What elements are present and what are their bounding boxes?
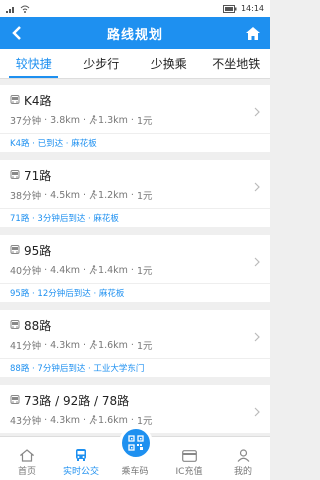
tab-ic-recharge-label: IC充值: [175, 467, 203, 477]
route-name: 71路: [24, 168, 52, 183]
tab-realtime-bus-label: 实时公交: [62, 467, 99, 477]
route-status: 95路 · 12分钟后到达 · 麻花板: [0, 283, 270, 302]
tab-profile[interactable]: 我的: [216, 437, 270, 480]
bus-icon: [10, 395, 20, 404]
status-time: 14:14: [240, 4, 264, 13]
home-icon: [20, 449, 34, 462]
chevron-right-icon: [254, 332, 260, 342]
route-fare: 1元: [136, 116, 153, 127]
route-name: 95路: [24, 243, 52, 258]
walk-icon: [89, 190, 98, 200]
bus-icon: [10, 320, 20, 329]
route-status: 88路 · 7分钟后到达 · 工业大学东门: [0, 358, 270, 377]
card-icon: [181, 450, 197, 462]
route-status: K4路 · 已到达 · 麻花板: [0, 133, 270, 152]
tab-less-walking[interactable]: 少步行: [68, 49, 136, 78]
chevron-right-icon: [254, 182, 260, 192]
walk-icon: [89, 340, 98, 350]
route-distance: 3.8km: [50, 114, 80, 126]
route-duration: 41分钟: [10, 341, 42, 352]
walk-icon: [89, 115, 98, 125]
app-header: 路线规划: [0, 17, 270, 49]
route-distance: 4.3km: [50, 414, 80, 426]
bus-icon: [10, 95, 20, 104]
bus-icon: [10, 170, 20, 179]
route-card[interactable]: 71路 38分钟 · 4.5km · 1.2km · 1元 71路 · 3分钟后到达 …: [0, 160, 270, 227]
route-status: 71路 · 3分钟后到达 · 麻花板: [0, 208, 270, 227]
route-distance: 4.4km: [50, 264, 80, 276]
route-duration: 37分钟: [10, 116, 42, 127]
route-name: K4路: [24, 93, 52, 108]
battery-icon: [222, 4, 237, 13]
route-card[interactable]: 88路 41分钟 · 4.3km · 1.6km · 1元 88路 · 7分钟后到达 …: [0, 310, 270, 377]
tab-home[interactable]: 首页: [0, 437, 54, 480]
route-distance: 4.3km: [50, 339, 80, 351]
tab-ride-code-label: 乘车码: [121, 467, 149, 477]
chevron-right-icon: [254, 407, 260, 417]
route-distance: 4.5km: [50, 189, 80, 201]
route-walk: 1.4km: [98, 264, 128, 276]
signal-icon: [6, 6, 14, 13]
home-icon: [246, 26, 260, 40]
route-walk: 1.6km: [98, 414, 128, 426]
back-arrow-icon: [12, 26, 21, 40]
route-name: 88路: [24, 318, 52, 333]
route-fare: 1元: [136, 266, 153, 277]
walk-icon: [89, 415, 98, 425]
wifi-icon: [20, 5, 30, 13]
route-walk: 1.3km: [98, 114, 128, 126]
tab-realtime-bus[interactable]: 实时公交: [54, 437, 108, 480]
bus-icon: [10, 245, 20, 254]
chevron-right-icon: [254, 257, 260, 267]
route-duration: 40分钟: [10, 266, 42, 277]
tab-fewer-transfers[interactable]: 少换乘: [135, 49, 203, 78]
tab-profile-label: 我的: [233, 467, 252, 477]
tab-no-subway[interactable]: 不坐地铁: [203, 49, 271, 78]
bus-icon: [76, 449, 86, 461]
page-title: 路线规划: [106, 27, 163, 43]
user-icon: [237, 449, 249, 462]
tab-ic-recharge[interactable]: IC充值: [162, 437, 216, 480]
walk-icon: [89, 265, 98, 275]
route-option-tabs: 较快捷 少步行 少换乘 不坐地铁: [0, 49, 270, 79]
route-walk: 1.2km: [98, 189, 128, 201]
home-button[interactable]: [242, 22, 264, 44]
route-walk: 1.6km: [98, 339, 128, 351]
route-duration: 43分钟: [10, 416, 42, 427]
tab-fastest[interactable]: 较快捷: [0, 49, 68, 78]
route-fare: 1元: [136, 191, 153, 202]
route-list: K4路 37分钟 · 3.8km · 1.3km · 1元 K4路 · 已到达 · 麻…: [0, 79, 270, 433]
route-card[interactable]: K4路 37分钟 · 3.8km · 1.3km · 1元 K4路 · 已到达 · 麻…: [0, 85, 270, 152]
qr-code-button[interactable]: [119, 426, 153, 460]
route-fare: 1元: [136, 341, 153, 352]
tab-home-label: 首页: [17, 467, 36, 477]
route-name: 73路 / 92路 / 78路: [24, 393, 130, 408]
status-bar: 14:14: [0, 0, 270, 17]
route-fare: 1元: [136, 416, 153, 427]
chevron-right-icon: [254, 107, 260, 117]
route-duration: 38分钟: [10, 191, 42, 202]
back-button[interactable]: [6, 22, 28, 44]
route-card[interactable]: 95路 40分钟 · 4.4km · 1.4km · 1元 95路 · 12分钟后到达…: [0, 235, 270, 302]
qr-code-icon: [128, 435, 144, 451]
